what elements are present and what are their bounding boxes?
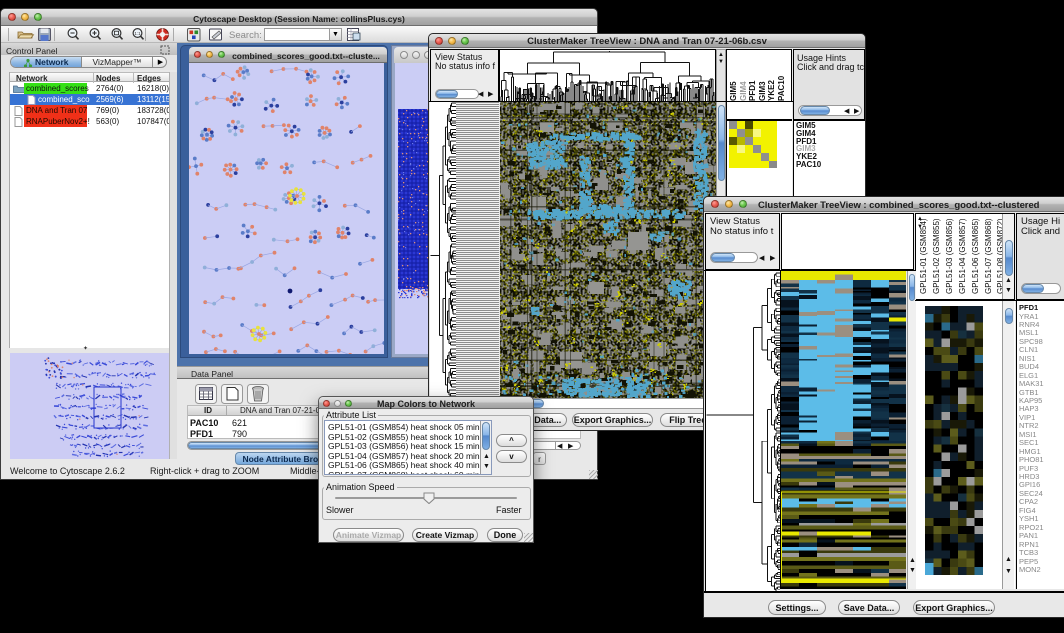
svg-text:1:1: 1:1 (134, 31, 141, 36)
svg-text:Search:: Search: (229, 30, 262, 41)
